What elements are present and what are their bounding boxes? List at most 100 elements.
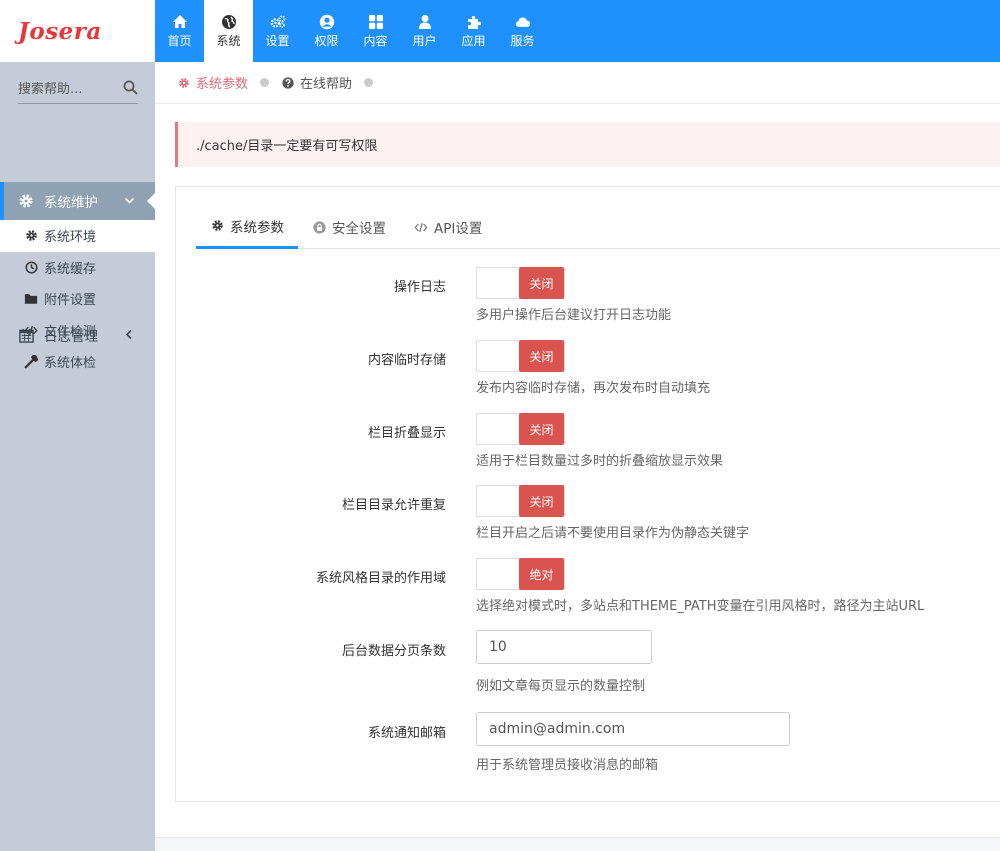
theme-scope-label: 系统风格目录的作用域 xyxy=(315,571,446,586)
nav-item-apps[interactable]: 应用 xyxy=(449,0,498,62)
main-content: 系统参数 在线帮助 ./cache/目录一定要有可写权限 系统参数 安全设置 A… xyxy=(155,62,1000,851)
column-dir-dup-help: 栏目开启之后请不要使用目录作为伪静态关键字 xyxy=(476,526,750,541)
sidebar-search xyxy=(18,76,138,104)
sidebar-group-maintenance[interactable]: 系统维护 xyxy=(0,182,155,220)
tab-label: API设置 xyxy=(434,221,483,237)
nav-label: 内容 xyxy=(363,34,388,48)
top-bar: Josera 首页 系统 设置 权限 内容 用户 应用 服务 xyxy=(0,0,1000,62)
sidebar-group-logs[interactable]: 日志管理 xyxy=(0,316,155,354)
nav-item-users[interactable]: 用户 xyxy=(400,0,449,62)
folder-icon xyxy=(24,292,38,306)
tab-label: 系统参数 xyxy=(230,219,284,236)
gears-icon xyxy=(270,14,286,30)
notify-email-label: 系统通知邮箱 xyxy=(367,726,446,741)
temp-storage-label: 内容临时存储 xyxy=(367,353,446,368)
sidebar-item-label: 系统环境 xyxy=(44,230,97,246)
temp-storage-help: 发布内容临时存储，再次发布时自动填充 xyxy=(476,381,711,396)
nav-item-settings[interactable]: 设置 xyxy=(253,0,302,62)
nav-item-content[interactable]: 内容 xyxy=(351,0,400,62)
sidebar-item-label: 附件设置 xyxy=(44,293,97,309)
calendar-icon xyxy=(18,327,34,343)
wrench-icon xyxy=(24,354,38,369)
chevron-down-icon xyxy=(124,194,135,210)
column-dir-dup-toggle[interactable]: 关闭 xyxy=(476,485,565,517)
page-size-help: 例如文章每页显示的数量控制 xyxy=(476,679,646,694)
page-size-input[interactable] xyxy=(476,630,652,664)
column-fold-label: 栏目折叠显示 xyxy=(367,426,446,441)
chevron-left-icon xyxy=(124,328,135,344)
sidebar: 系统维护 系统环境 系统缓存 附件设置 文件检测 xyxy=(0,62,155,851)
breadcrumb-label: 在线帮助 xyxy=(300,77,353,92)
tab-api[interactable]: API设置 xyxy=(400,205,496,249)
search-icon[interactable] xyxy=(123,80,138,99)
toggle-state: 绝对 xyxy=(519,558,564,590)
settings-panel: 系统参数 安全设置 API设置 操作日志 关闭 多用户操作后台建议打开日志功能 xyxy=(175,186,1000,802)
nav-item-home[interactable]: 首页 xyxy=(155,0,204,62)
gear-icon xyxy=(18,193,34,209)
toggle-state: 关闭 xyxy=(519,340,564,372)
nav-item-system[interactable]: 系统 xyxy=(204,0,253,62)
breadcrumb-dot xyxy=(260,78,270,87)
breadcrumb-online-help[interactable]: 在线帮助 xyxy=(281,73,374,92)
lock-icon xyxy=(312,220,326,234)
sidebar-item-attachments[interactable]: 附件设置 xyxy=(0,283,155,315)
settings-tabs: 系统参数 安全设置 API设置 xyxy=(196,205,1000,249)
breadcrumb-dot xyxy=(364,78,374,87)
sidebar-item-environment[interactable]: 系统环境 xyxy=(0,220,155,252)
nav-label: 应用 xyxy=(461,34,486,48)
sidebar-item-cache[interactable]: 系统缓存 xyxy=(0,252,155,284)
logo-text: Josera xyxy=(18,17,102,45)
question-circle-icon xyxy=(281,76,294,89)
sidebar-group-label: 系统维护 xyxy=(44,195,98,211)
nav-label: 服务 xyxy=(510,34,535,48)
nav-item-services[interactable]: 服务 xyxy=(498,0,547,62)
top-nav: 首页 系统 设置 权限 内容 用户 应用 服务 xyxy=(155,0,547,62)
alert-text: ./cache/目录一定要有可写权限 xyxy=(196,139,378,154)
column-dir-dup-label: 栏目目录允许重复 xyxy=(341,498,446,513)
column-fold-help: 适用于栏目数量过多时的折叠缩放显示效果 xyxy=(476,454,724,469)
breadcrumb: 系统参数 在线帮助 xyxy=(155,62,1000,104)
nav-label: 权限 xyxy=(314,34,339,48)
op-log-help: 多用户操作后台建议打开日志功能 xyxy=(476,308,672,323)
tab-label: 安全设置 xyxy=(332,221,386,237)
logo[interactable]: Josera xyxy=(0,0,155,62)
footer-strip xyxy=(155,837,1000,851)
breadcrumb-label: 系统参数 xyxy=(196,77,249,92)
toggle-state: 关闭 xyxy=(519,267,564,299)
gear-icon xyxy=(24,229,38,243)
page-size-label: 后台数据分页条数 xyxy=(341,644,446,659)
toggle-state: 关闭 xyxy=(519,485,564,517)
op-log-label: 操作日志 xyxy=(393,280,446,295)
sidebar-item-label: 系统体检 xyxy=(44,356,97,372)
column-fold-toggle[interactable]: 关闭 xyxy=(476,413,565,445)
notify-email-help: 用于系统管理员接收消息的邮箱 xyxy=(476,758,659,773)
theme-scope-toggle[interactable]: 绝对 xyxy=(476,558,565,590)
nav-label: 首页 xyxy=(167,34,192,48)
sidebar-item-label: 系统缓存 xyxy=(44,261,97,277)
temp-storage-toggle[interactable]: 关闭 xyxy=(476,340,565,372)
globe-icon xyxy=(221,14,237,30)
tab-security[interactable]: 安全设置 xyxy=(298,205,400,249)
gear-icon xyxy=(210,219,224,233)
nav-item-permissions[interactable]: 权限 xyxy=(302,0,351,62)
op-log-toggle[interactable]: 关闭 xyxy=(476,267,565,299)
gear-icon xyxy=(177,76,190,89)
search-input[interactable] xyxy=(18,82,108,97)
user-icon xyxy=(417,14,433,30)
grid-icon xyxy=(368,14,384,30)
theme-scope-help: 选择绝对模式时，多站点和THEME_PATH变量在引用风格时，路径为主站URL xyxy=(476,599,925,614)
nav-label: 设置 xyxy=(265,34,290,48)
nav-label: 系统 xyxy=(216,34,241,48)
warning-alert: ./cache/目录一定要有可写权限 xyxy=(175,122,1000,167)
notify-email-input[interactable] xyxy=(476,712,790,746)
home-icon xyxy=(172,14,188,30)
code-icon xyxy=(414,220,428,234)
puzzle-icon xyxy=(466,14,482,30)
tab-system-params[interactable]: 系统参数 xyxy=(196,205,298,249)
sidebar-group-label: 日志管理 xyxy=(44,329,98,345)
toggle-state: 关闭 xyxy=(519,413,564,445)
user-circle-icon xyxy=(319,14,335,30)
breadcrumb-system-params[interactable]: 系统参数 xyxy=(177,73,270,92)
clock-icon xyxy=(24,260,38,274)
cloud-icon xyxy=(515,14,531,30)
